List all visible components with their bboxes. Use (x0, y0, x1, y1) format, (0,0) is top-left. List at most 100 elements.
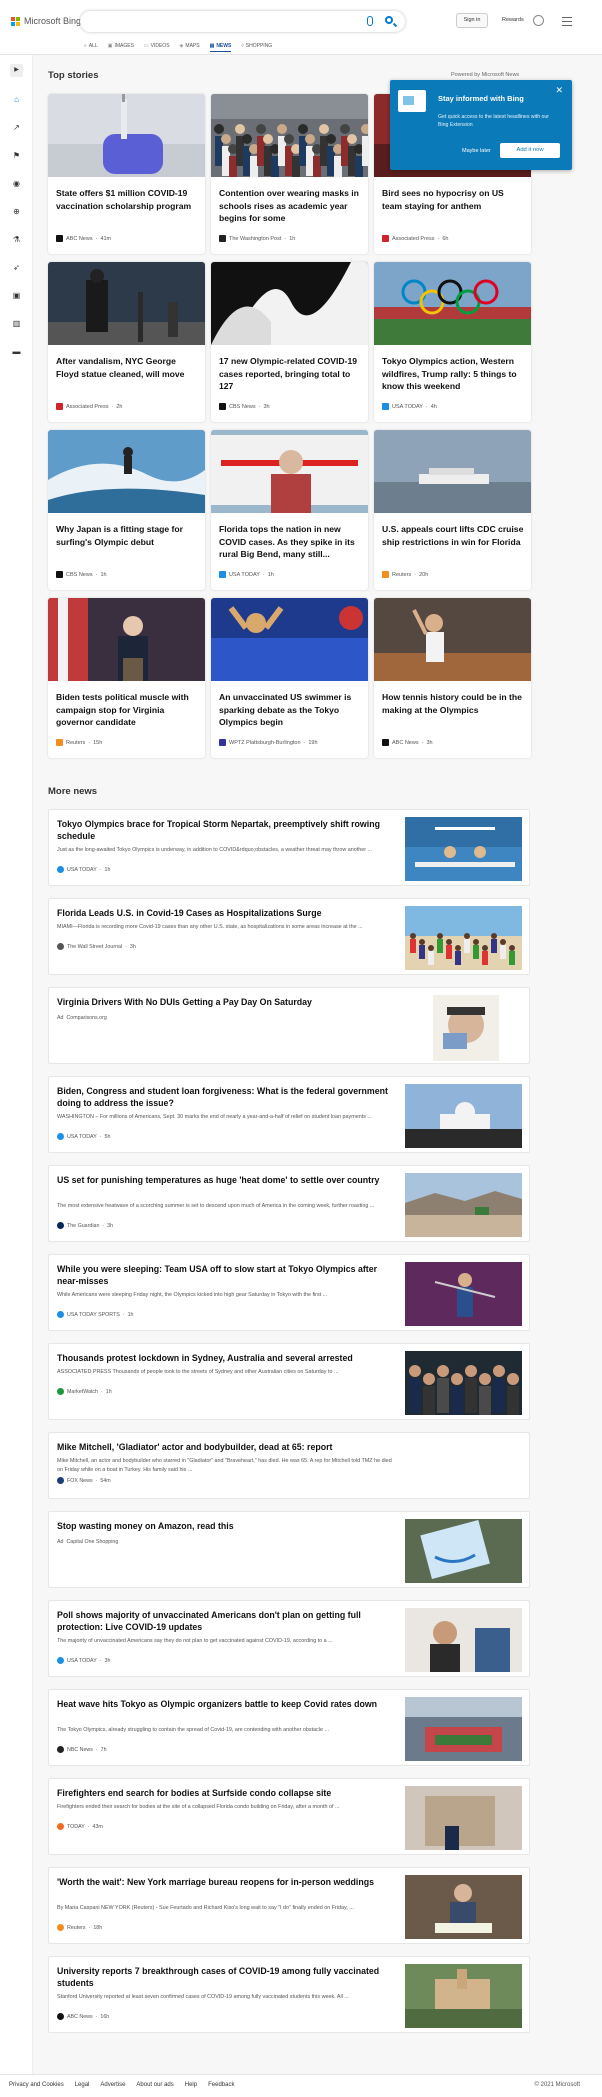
news-item[interactable]: University reports 7 breakthrough cases … (48, 1956, 530, 2033)
news-image[interactable] (405, 817, 522, 881)
news-image[interactable] (405, 1786, 522, 1850)
search-icon[interactable] (385, 16, 393, 24)
news-item[interactable]: Florida Leads U.S. in Covid-19 Cases as … (48, 898, 530, 975)
globe-icon[interactable]: ⊕ (11, 206, 22, 217)
story-image[interactable] (374, 430, 531, 513)
story-image[interactable] (374, 598, 531, 681)
story-title[interactable]: After vandalism, NYC George Floyd statue… (56, 355, 199, 380)
news-item[interactable]: While you were sleeping: Team USA off to… (48, 1254, 530, 1331)
help-link[interactable]: Help (185, 2082, 197, 2088)
top-story-card[interactable]: How tennis history could be in the makin… (374, 598, 531, 758)
story-title[interactable]: Biden tests political muscle with campai… (56, 691, 199, 729)
rewards-medal-icon[interactable] (533, 15, 544, 26)
story-title[interactable]: Tokyo Olympics action, Western wildfires… (382, 355, 525, 393)
news-title[interactable]: Virginia Drivers With No DUIs Getting a … (57, 996, 397, 1008)
sign-in-button[interactable]: Sign in (456, 13, 488, 28)
news-image[interactable] (405, 1964, 522, 2028)
news-image[interactable] (405, 1519, 522, 1583)
news-title[interactable]: Firefighters end search for bodies at Su… (57, 1787, 397, 1799)
maybe-later-button[interactable]: Maybe later (462, 148, 491, 154)
news-image[interactable] (405, 1875, 522, 1939)
news-item[interactable]: Poll shows majority of unvaccinated Amer… (48, 1600, 530, 1677)
expand-sidebar-icon[interactable]: ▶ (10, 64, 23, 77)
story-image[interactable] (48, 430, 205, 513)
flag-icon[interactable]: ⚑ (11, 150, 22, 161)
story-title[interactable]: Contention over wearing masks in schools… (219, 187, 362, 225)
news-item[interactable]: Biden, Congress and student loan forgive… (48, 1076, 530, 1153)
news-title[interactable]: Tokyo Olympics brace for Tropical Storm … (57, 818, 397, 842)
add-it-now-button[interactable]: Add it now (500, 143, 560, 158)
close-icon[interactable]: ✕ (555, 85, 563, 96)
story-image[interactable] (48, 598, 205, 681)
feedback-link[interactable]: Feedback (208, 2082, 234, 2088)
story-image[interactable] (48, 262, 205, 345)
news-title[interactable]: 'Worth the wait': New York marriage bure… (57, 1876, 397, 1888)
news-title[interactable]: While you were sleeping: Team USA off to… (57, 1263, 397, 1287)
microphone-icon[interactable] (367, 16, 373, 26)
news-image[interactable] (405, 906, 522, 970)
story-image[interactable] (211, 598, 368, 681)
news-title[interactable]: Florida Leads U.S. in Covid-19 Cases as … (57, 907, 397, 919)
top-story-card[interactable]: Florida tops the nation in new COVID cas… (211, 430, 368, 590)
news-title[interactable]: Thousands protest lockdown in Sydney, Au… (57, 1352, 397, 1364)
tab-videos[interactable]: ▭ VIDEOS (144, 40, 170, 52)
rewards-link[interactable]: Rewards (502, 17, 524, 23)
news-item[interactable]: Thousands protest lockdown in Sydney, Au… (48, 1343, 530, 1420)
story-title[interactable]: Bird sees no hypocrisy on US team stayin… (382, 187, 525, 212)
news-title[interactable]: University reports 7 breakthrough cases … (57, 1965, 397, 1989)
news-title[interactable]: Stop wasting money on Amazon, read this (57, 1520, 397, 1532)
news-image[interactable] (405, 1173, 522, 1237)
top-story-card[interactable]: U.S. appeals court lifts CDC cruise ship… (374, 430, 531, 590)
story-title[interactable]: An unvaccinated US swimmer is sparking d… (219, 691, 362, 729)
news-title[interactable]: Biden, Congress and student loan forgive… (57, 1085, 397, 1109)
about-ads-link[interactable]: About our ads (136, 2082, 173, 2088)
search-input[interactable] (80, 11, 405, 32)
top-story-card[interactable]: After vandalism, NYC George Floyd statue… (48, 262, 205, 422)
story-image[interactable] (211, 430, 368, 513)
news-item[interactable]: 'Worth the wait': New York marriage bure… (48, 1867, 530, 1944)
news-item[interactable]: US set for punishing temperatures as hug… (48, 1165, 530, 1242)
location-pin-icon[interactable]: ◉ (11, 178, 22, 189)
microscope-icon[interactable]: ⚗ (11, 234, 22, 245)
story-image[interactable] (374, 262, 531, 345)
story-title[interactable]: Why Japan is a fitting stage for surfing… (56, 523, 199, 548)
sponsored-news-item[interactable]: Stop wasting money on Amazon, read this A… (48, 1511, 530, 1588)
top-story-card[interactable]: 17 new Olympic-related COVID-19 cases re… (211, 262, 368, 422)
advertise-link[interactable]: Advertise (100, 2082, 125, 2088)
news-item[interactable]: Tokyo Olympics brace for Tropical Storm … (48, 809, 530, 886)
story-title[interactable]: U.S. appeals court lifts CDC cruise ship… (382, 523, 525, 548)
news-title[interactable]: Heat wave hits Tokyo as Olympic organize… (57, 1698, 397, 1710)
menu-icon[interactable] (562, 17, 572, 28)
car-icon[interactable]: ▬ (11, 346, 22, 357)
legal-link[interactable]: Legal (75, 2082, 90, 2088)
news-image[interactable] (405, 1262, 522, 1326)
top-story-card[interactable]: An unvaccinated US swimmer is sparking d… (211, 598, 368, 758)
top-story-card[interactable]: Contention over wearing masks in schools… (211, 94, 368, 254)
rocket-icon[interactable]: ➶ (11, 262, 22, 273)
news-title[interactable]: Poll shows majority of unvaccinated Amer… (57, 1609, 397, 1633)
tab-maps[interactable]: ◈ MAPS (180, 40, 200, 52)
news-image[interactable] (405, 1608, 522, 1672)
sponsored-news-item[interactable]: Virginia Drivers With No DUIs Getting a … (48, 987, 530, 1064)
story-image[interactable] (211, 94, 368, 177)
privacy-link[interactable]: Privacy and Cookies (9, 2082, 64, 2088)
news-image[interactable] (405, 1351, 522, 1415)
home-icon[interactable]: ⌂ (11, 94, 22, 105)
tab-news[interactable]: ▤ NEWS (209, 40, 232, 52)
trending-icon[interactable]: ↗ (11, 122, 22, 133)
news-image[interactable] (433, 995, 499, 1061)
tab-images[interactable]: ▣ IMAGES (108, 40, 134, 52)
top-story-card[interactable]: Biden tests political muscle with campai… (48, 598, 205, 758)
story-title[interactable]: 17 new Olympic-related COVID-19 cases re… (219, 355, 362, 393)
tab-shopping[interactable]: ◊ SHOPPING (241, 40, 272, 52)
news-item[interactable]: Mike Mitchell, 'Gladiator' actor and bod… (48, 1432, 530, 1499)
story-title[interactable]: Florida tops the nation in new COVID cas… (219, 523, 362, 561)
top-story-card[interactable]: Tokyo Olympics action, Western wildfires… (374, 262, 531, 422)
story-image[interactable] (211, 262, 368, 345)
news-item[interactable]: Heat wave hits Tokyo as Olympic organize… (48, 1689, 530, 1766)
news-image[interactable] (405, 1697, 522, 1761)
story-image[interactable] (48, 94, 205, 177)
bing-logo[interactable]: Microsoft Bing (11, 16, 81, 26)
film-icon[interactable]: ▣ (11, 290, 22, 301)
news-title[interactable]: US set for punishing temperatures as hug… (57, 1174, 397, 1186)
